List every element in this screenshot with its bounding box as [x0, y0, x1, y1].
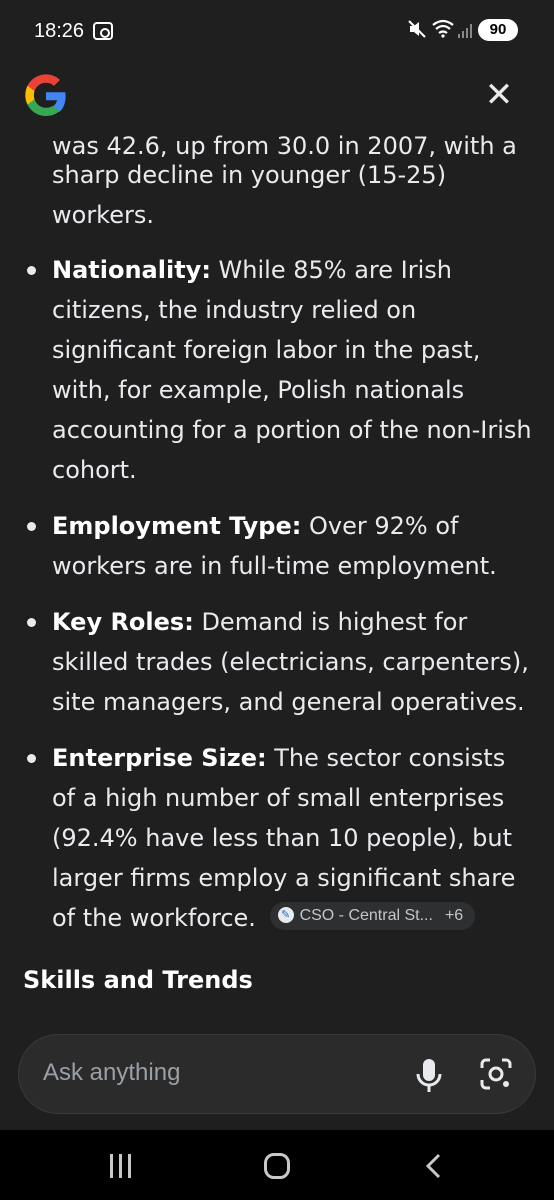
ask-bar[interactable]: Ask anything: [18, 1034, 536, 1114]
bullet-list: Nationality: While 85% are Irish citizen…: [0, 250, 554, 954]
bullet-label: Employment Type:: [52, 512, 302, 540]
home-icon[interactable]: [264, 1153, 290, 1179]
answer-content: was 42.6, up from 30.0 in 2007, with a s…: [0, 118, 554, 1018]
list-item-nationality: Nationality: While 85% are Irish citizen…: [0, 250, 554, 490]
screen: 18:26 90 ✕ was 42.6, up from 30.0 in 200…: [0, 0, 554, 1200]
back-icon[interactable]: [422, 1152, 446, 1180]
system-nav-bar: [0, 1130, 554, 1200]
section-heading: Skills and Trends: [23, 966, 253, 994]
source-chip-count: +6: [444, 907, 464, 924]
recents-icon[interactable]: [108, 1154, 134, 1178]
bullet-dot: [27, 618, 36, 627]
source-favicon-icon: ✎: [277, 906, 294, 923]
bullet-dot: [27, 754, 36, 763]
status-time: 18:26: [34, 20, 85, 42]
list-item-enterprise-size: Enterprise Size: The sector consists of …: [0, 738, 554, 938]
bullet-dot: [27, 266, 36, 275]
bullet-text: While 85% are Irish citizens, the indust…: [52, 256, 532, 484]
microphone-icon[interactable]: [411, 1055, 447, 1095]
ask-input[interactable]: Ask anything: [43, 1059, 180, 1087]
bullet-label: Key Roles:: [52, 608, 194, 636]
app-header: ✕: [0, 62, 554, 132]
paragraph-continuation: sharp decline in younger (15-25) workers…: [52, 161, 447, 229]
wifi-icon: [431, 18, 455, 43]
bullet-dot: [27, 522, 36, 531]
list-item-key-roles: Key Roles: Demand is highest for skilled…: [0, 602, 554, 722]
source-chip-label: CSO - Central St...: [299, 907, 433, 924]
bullet-label: Nationality:: [52, 256, 211, 284]
battery-icon: 90: [478, 19, 518, 41]
source-chip[interactable]: ✎ CSO - Central St... +6: [269, 902, 476, 930]
status-bar: 18:26 90: [0, 0, 554, 62]
mute-icon: [408, 19, 426, 44]
close-button[interactable]: ✕: [478, 74, 520, 116]
list-item-employment-type: Employment Type: Over 92% of workers are…: [0, 506, 554, 586]
screen-record-icon: [93, 22, 113, 40]
bullet-label: Enterprise Size:: [52, 744, 267, 772]
google-g-logo[interactable]: [22, 72, 70, 120]
google-lens-icon[interactable]: [478, 1056, 514, 1092]
signal-icon: [458, 24, 472, 38]
